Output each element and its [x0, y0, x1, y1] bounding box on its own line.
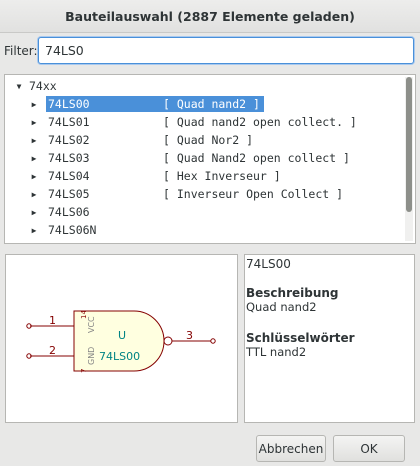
tree-item-description: [ Quad nand2 ] — [159, 96, 264, 112]
pin-2-number: 2 — [49, 344, 56, 357]
tree-group-74xx[interactable]: ▼ 74xx — [5, 77, 403, 95]
tree-item-name: 74LS02 — [48, 133, 90, 147]
tree-item-name: 74LS00 — [46, 96, 162, 112]
tree-scrollbar[interactable] — [405, 77, 413, 241]
tree-item[interactable]: ▶ 74LS05 [ Inverseur Open Collect ] — [5, 185, 403, 203]
info-keywords-heading: Schlüsselwörter — [246, 331, 355, 345]
component-value: 74LS00 — [99, 350, 140, 363]
expander-collapsed-icon[interactable]: ▶ — [29, 189, 39, 199]
pin-3-number: 3 — [186, 329, 193, 342]
tree-item[interactable]: ▶ 74LS06N — [5, 221, 403, 239]
tree-item[interactable]: ▶ 74LS01 [ Quad nand2 open collect. ] — [5, 113, 403, 131]
tree-item[interactable]: ▶ 74LS00[ Quad nand2 ] — [5, 95, 403, 113]
expander-collapsed-icon[interactable]: ▶ — [29, 207, 39, 217]
tree-item-description: [ Quad Nand2 open collect ] — [163, 151, 350, 165]
tree-item-name: 74LS01 — [48, 115, 90, 129]
tree-item[interactable]: ▶ 74LS06 — [5, 203, 403, 221]
gnd-pin-number: 7 — [80, 369, 88, 373]
ok-button[interactable]: OK — [333, 435, 405, 462]
cancel-button[interactable]: Abbrechen — [256, 435, 326, 462]
expander-collapsed-icon[interactable]: ▶ — [29, 171, 39, 181]
pin-1-number: 1 — [49, 314, 56, 327]
component-info-panel: 74LS00 Beschreibung Quad nand2 Schlüssel… — [244, 254, 415, 423]
gnd-label: GND — [87, 347, 96, 365]
tree-item-name: 74LS03 — [48, 151, 90, 165]
expander-collapsed-icon[interactable]: ▶ — [29, 225, 39, 235]
component-tree[interactable]: ▼ 74xx ▶ 74LS00[ Quad nand2 ] ▶ 74LS01 [ Qua… — [4, 74, 416, 244]
tree-item-description: [ Hex Inverseur ] — [163, 169, 281, 183]
nand-gate-symbol: 1 2 3 VCC 14 GND 7 U 74LS00 — [26, 310, 216, 373]
tree-item[interactable]: ▶ 74LS02 [ Quad Nor2 ] — [5, 131, 403, 149]
component-reference: U — [118, 329, 126, 342]
window-title: Bauteilauswahl (2887 Elemente geladen) — [0, 0, 420, 33]
tree-item-name: 74LS04 — [48, 169, 90, 183]
tree-item-description: [ Quad Nor2 ] — [163, 133, 254, 147]
tree-item-name: 74LS06 — [48, 205, 90, 219]
inversion-bubble — [163, 336, 173, 346]
info-part-name: 74LS00 — [246, 257, 291, 271]
tree-item[interactable]: ▶ 74LS04 [ Hex Inverseur ] — [5, 167, 403, 185]
info-keywords: TTL nand2 — [246, 345, 307, 359]
filter-label: Filter: — [4, 44, 38, 58]
tree-item-description: [ Inverseur Open Collect ] — [163, 187, 344, 201]
tree-scrollbar-thumb[interactable] — [406, 77, 412, 212]
symbol-preview: 1 2 3 VCC 14 GND 7 U 74LS00 — [5, 254, 238, 423]
expander-collapsed-icon[interactable]: ▶ — [29, 153, 39, 163]
tree-group-label: 74xx — [29, 79, 57, 93]
expander-collapsed-icon[interactable]: ▶ — [29, 135, 39, 145]
vcc-label: VCC — [87, 316, 96, 333]
pin-3-end — [210, 338, 216, 344]
info-description-heading: Beschreibung — [246, 286, 339, 300]
filter-row: Filter: — [4, 37, 416, 65]
info-description: Quad nand2 — [246, 300, 317, 314]
tree-item-name: 74LS06N — [48, 223, 97, 237]
vcc-pin-number: 14 — [80, 310, 88, 319]
filter-input[interactable] — [38, 37, 414, 64]
expander-collapsed-icon[interactable]: ▶ — [29, 117, 39, 127]
expander-collapsed-icon[interactable]: ▶ — [29, 99, 39, 109]
tree-item-description: [ Quad nand2 open collect. ] — [163, 115, 357, 129]
expander-expanded-icon[interactable]: ▼ — [14, 81, 24, 91]
tree-item[interactable]: ▶ 74LS03 [ Quad Nand2 open collect ] — [5, 149, 403, 167]
tree-item-name: 74LS05 — [48, 187, 90, 201]
